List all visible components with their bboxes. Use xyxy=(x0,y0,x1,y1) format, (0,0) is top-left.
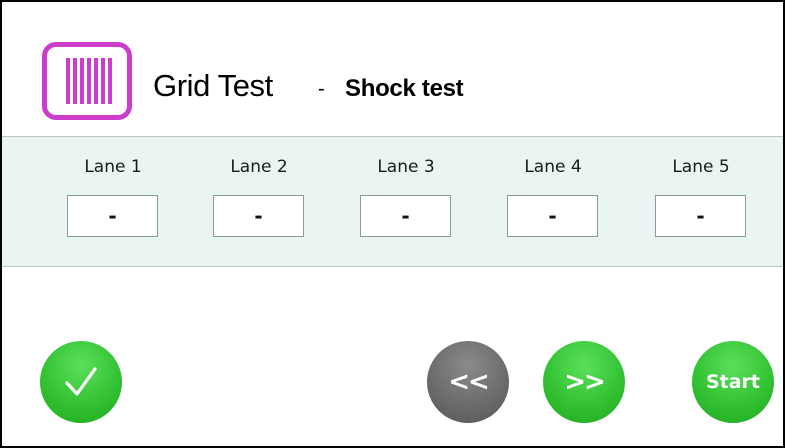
lane-2-value[interactable]: - xyxy=(213,195,304,237)
lane-4: Lane 4 - xyxy=(506,137,600,266)
lane-5-value[interactable]: - xyxy=(655,195,746,237)
lane-1-label: Lane 1 xyxy=(84,157,142,177)
title-separator: - xyxy=(318,78,325,100)
next-button[interactable]: >> xyxy=(543,341,625,423)
app-window: Grid Test - Shock test Lane 1 - Lane 2 -… xyxy=(0,0,785,448)
grid-icon xyxy=(42,42,132,120)
page-title: Grid Test xyxy=(153,68,273,103)
lane-5-label: Lane 5 xyxy=(672,157,730,177)
lane-5: Lane 5 - xyxy=(654,137,748,266)
lane-4-label: Lane 4 xyxy=(524,157,582,177)
lane-2-label: Lane 2 xyxy=(230,157,288,177)
lane-1-value[interactable]: - xyxy=(67,195,158,237)
lane-3-value[interactable]: - xyxy=(360,195,451,237)
lanes-panel: Lane 1 - Lane 2 - Lane 3 - Lane 4 - Lane… xyxy=(2,136,783,267)
lane-1: Lane 1 - xyxy=(66,137,160,266)
start-button-label: Start xyxy=(705,371,761,393)
start-button[interactable]: Start xyxy=(692,341,774,423)
lane-3-label: Lane 3 xyxy=(377,157,435,177)
checkmark-icon xyxy=(65,367,97,396)
lane-4-value[interactable]: - xyxy=(507,195,598,237)
previous-button-label: << xyxy=(448,367,490,397)
next-button-label: >> xyxy=(564,367,606,397)
lane-2: Lane 2 - xyxy=(212,137,306,266)
previous-button[interactable]: << xyxy=(427,341,509,423)
page-subtitle: Shock test xyxy=(345,75,464,102)
lane-3: Lane 3 - xyxy=(359,137,453,266)
confirm-button[interactable] xyxy=(40,341,122,423)
